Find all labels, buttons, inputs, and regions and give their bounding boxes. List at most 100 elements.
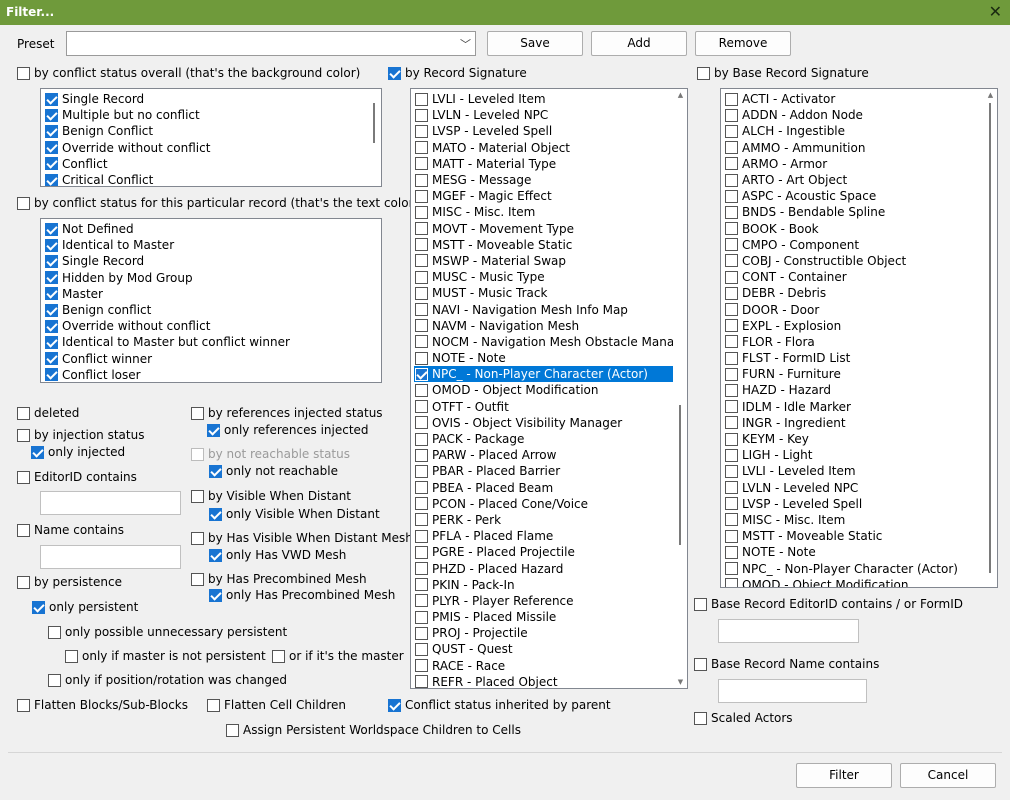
scrollbar-thumb[interactable] <box>679 405 681 545</box>
persistence-checkbox[interactable]: by persistence <box>17 574 122 590</box>
list-item[interactable]: PERK - Perk <box>414 512 673 528</box>
list-item[interactable]: MATT - Material Type <box>414 156 673 172</box>
list-item[interactable]: ALCH - Ingestible <box>724 123 983 139</box>
list-item[interactable]: MGEF - Magic Effect <box>414 188 673 204</box>
list-item[interactable]: RACE - Race <box>414 658 673 674</box>
or-if-master-checkbox[interactable]: or if it's the master <box>272 648 404 664</box>
list-item[interactable]: Conflict loser <box>44 367 367 382</box>
list-item[interactable]: ADDN - Addon Node <box>724 107 983 123</box>
list-item[interactable]: ARTO - Art Object <box>724 172 983 188</box>
only-not-reachable-checkbox[interactable]: only not reachable <box>209 463 338 479</box>
only-possible-unnecessary-checkbox[interactable]: only possible unnecessary persistent <box>48 624 287 640</box>
only-precombined-checkbox[interactable]: only Has Precombined Mesh <box>209 587 395 603</box>
scaled-actors-checkbox[interactable]: Scaled Actors <box>694 710 793 726</box>
list-item[interactable]: MATO - Material Object <box>414 140 673 156</box>
list-item[interactable]: MISC - Misc. Item <box>724 512 983 528</box>
list-item[interactable]: LVLN - Leveled NPC <box>724 480 983 496</box>
list-item[interactable]: Single Record <box>44 91 367 107</box>
list-item[interactable]: LVLI - Leveled Item <box>724 463 983 479</box>
vwd-mesh-checkbox[interactable]: by Has Visible When Distant Mesh <box>191 530 413 546</box>
conflict-overall-checkbox[interactable]: by conflict status overall (that's the b… <box>17 65 360 81</box>
visible-distant-checkbox[interactable]: by Visible When Distant <box>191 488 351 504</box>
scroll-up-icon[interactable]: ▲ <box>674 89 687 101</box>
flatten-cell-checkbox[interactable]: Flatten Cell Children <box>207 697 346 713</box>
list-item[interactable]: NAVM - Navigation Mesh <box>414 318 673 334</box>
only-if-master-not-persistent-checkbox[interactable]: only if master is not persistent <box>65 648 266 664</box>
save-button[interactable]: Save <box>487 31 583 56</box>
injection-status-checkbox[interactable]: by injection status <box>17 427 144 443</box>
base-name-input[interactable] <box>718 679 867 703</box>
scrollbar[interactable]: ▲ <box>984 89 997 587</box>
scrollbar-thumb[interactable] <box>373 103 375 143</box>
only-vwd-mesh-checkbox[interactable]: only Has VWD Mesh <box>209 547 346 563</box>
list-item[interactable]: ASPC - Acoustic Space <box>724 188 983 204</box>
filter-button[interactable]: Filter <box>796 763 892 788</box>
only-injected-checkbox[interactable]: only injected <box>31 444 125 460</box>
list-item[interactable]: ACTI - Activator <box>724 91 983 107</box>
list-item[interactable]: PBEA - Placed Beam <box>414 480 673 496</box>
list-item[interactable]: MSWP - Material Swap <box>414 253 673 269</box>
list-item[interactable]: DOOR - Door <box>724 301 983 317</box>
list-item[interactable]: NPC_ - Non-Player Character (Actor) <box>724 560 983 576</box>
conflict-inherited-checkbox[interactable]: Conflict status inherited by parent <box>388 697 611 713</box>
editorid-checkbox[interactable]: EditorID contains <box>17 469 137 485</box>
list-item[interactable]: Master <box>44 286 367 302</box>
list-item[interactable]: ARMO - Armor <box>724 156 983 172</box>
list-item[interactable]: MOVT - Movement Type <box>414 221 673 237</box>
list-item[interactable]: PBAR - Placed Barrier <box>414 463 673 479</box>
list-item[interactable]: PACK - Package <box>414 431 673 447</box>
list-item[interactable]: Override without conflict <box>44 318 367 334</box>
list-item[interactable]: KEYM - Key <box>724 431 983 447</box>
refs-injected-checkbox[interactable]: by references injected status <box>191 405 383 421</box>
base-name-checkbox[interactable]: Base Record Name contains <box>694 656 879 672</box>
list-item[interactable]: Conflict winner <box>44 351 367 367</box>
list-item[interactable]: IDLM - Idle Marker <box>724 399 983 415</box>
scrollbar-thumb[interactable] <box>989 103 991 573</box>
scrollbar[interactable]: ▲ ▼ <box>674 89 687 688</box>
only-visible-distant-checkbox[interactable]: only Visible When Distant <box>209 506 380 522</box>
list-item[interactable]: NOCM - Navigation Mesh Obstacle Manag <box>414 334 673 350</box>
record-signature-list[interactable]: LVLI - Leveled Item LVLN - Leveled NPC LVS… <box>410 88 688 689</box>
list-item[interactable]: PGRE - Placed Projectile <box>414 544 673 560</box>
close-icon[interactable]: ✕ <box>989 1 1002 23</box>
list-item[interactable]: Identical to Master <box>44 237 367 253</box>
list-item[interactable]: PKIN - Pack-In <box>414 577 673 593</box>
list-item[interactable]: INGR - Ingredient <box>724 415 983 431</box>
only-if-position-changed-checkbox[interactable]: only if position/rotation was changed <box>48 672 287 688</box>
deleted-checkbox[interactable]: deleted <box>17 405 79 421</box>
list-item[interactable]: LVSP - Leveled Spell <box>414 123 673 139</box>
scroll-up-icon[interactable]: ▲ <box>984 89 997 101</box>
list-item[interactable]: OMOD - Object Modification <box>414 382 673 398</box>
list-item[interactable]: OMOD - Object Modification <box>724 577 983 587</box>
precombined-checkbox[interactable]: by Has Precombined Mesh <box>191 571 367 587</box>
base-signature-list[interactable]: ACTI - Activator ADDN - Addon Node ALCH - … <box>720 88 998 588</box>
list-item[interactable]: COBJ - Constructible Object <box>724 253 983 269</box>
list-item[interactable]: QUST - Quest <box>414 641 673 657</box>
list-item[interactable]: LVSP - Leveled Spell <box>724 496 983 512</box>
list-item[interactable]: EXPL - Explosion <box>724 318 983 334</box>
list-item[interactable]: MUST - Music Track <box>414 285 673 301</box>
conflict-record-checkbox[interactable]: by conflict status for this particular r… <box>17 195 418 211</box>
list-item[interactable]: NPC_ - Non-Player Character (Actor) <box>414 366 673 383</box>
list-item[interactable]: HAZD - Hazard <box>724 382 983 398</box>
only-refs-injected-checkbox[interactable]: only references injected <box>207 422 369 438</box>
list-item[interactable]: MESG - Message <box>414 172 673 188</box>
scroll-down-icon[interactable]: ▼ <box>674 676 687 688</box>
list-item[interactable]: PLYR - Player Reference <box>414 593 673 609</box>
name-input[interactable] <box>40 545 181 569</box>
list-item[interactable]: MSTT - Moveable Static <box>414 237 673 253</box>
base-editorid-input[interactable] <box>718 619 859 643</box>
list-item[interactable]: PARW - Placed Arrow <box>414 447 673 463</box>
list-item[interactable]: Hidden by Mod Group <box>44 270 367 286</box>
list-item[interactable]: Override without conflict <box>44 140 367 156</box>
list-item[interactable]: PCON - Placed Cone/Voice <box>414 496 673 512</box>
add-button[interactable]: Add <box>591 31 687 56</box>
list-item[interactable]: MISC - Misc. Item <box>414 204 673 220</box>
list-item[interactable]: Benign Conflict <box>44 123 367 139</box>
list-item[interactable]: LVLN - Leveled NPC <box>414 107 673 123</box>
assign-persistent-checkbox[interactable]: Assign Persistent Worldspace Children to… <box>226 722 521 738</box>
editorid-input[interactable] <box>40 491 181 515</box>
list-item[interactable]: DEBR - Debris <box>724 285 983 301</box>
list-item[interactable]: NAVI - Navigation Mesh Info Map <box>414 301 673 317</box>
list-item[interactable]: PHZD - Placed Hazard <box>414 560 673 576</box>
